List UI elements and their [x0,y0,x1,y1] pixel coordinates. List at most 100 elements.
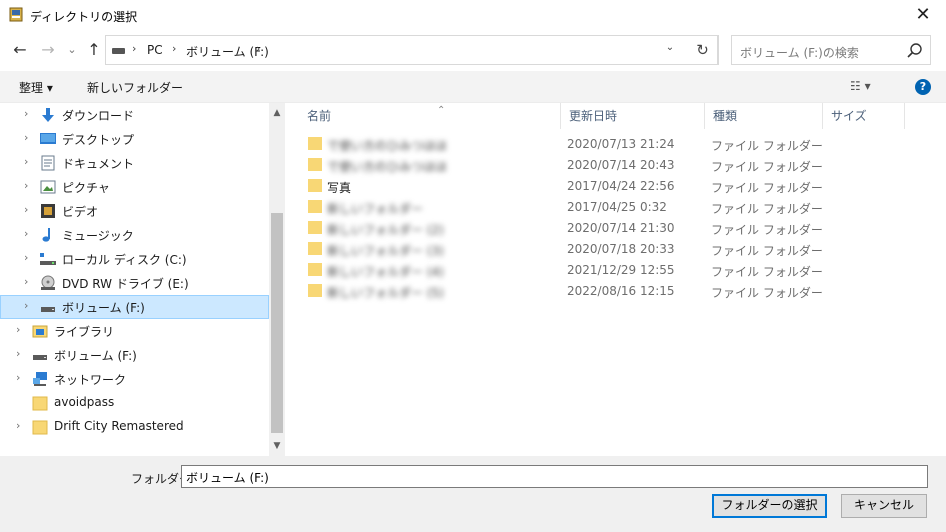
sidebar-item-label: Drift City Remastered [54,419,184,433]
expand-chevron-icon[interactable]: › [24,299,28,312]
file-row[interactable]: 新しいフォルダー (2) 2020/07/14 21:30 ファイル フォルダー [297,218,897,239]
scroll-down-icon: ▼ [273,441,281,451]
expand-chevron-icon[interactable]: › [24,107,28,120]
expand-chevron-icon[interactable]: › [16,347,20,360]
title-bar: ディレクトリの選択 ✕ [0,0,946,30]
expand-chevron-icon[interactable]: › [24,203,28,216]
expand-chevron-icon[interactable]: › [16,371,20,384]
file-row[interactable]: 新しいフォルダー (3) 2020/07/18 20:33 ファイル フォルダー [297,239,897,260]
refresh-icon: ↻ [696,41,709,59]
sidebar-item-volume-f-root[interactable]: › ボリューム (F:) [0,343,269,367]
breadcrumb-separator: › [256,42,261,55]
search-placeholder: ボリューム (F:)の検索 [740,46,859,60]
folder-field[interactable]: ボリューム (F:) [181,465,928,488]
column-header-label: 種類 [713,109,738,123]
sidebar-item-library[interactable]: › ライブラリ [0,319,269,343]
file-row[interactable]: 新しいフォルダー (4) 2021/12/29 12:55 ファイル フォルダー [297,260,897,281]
column-header-label: 名前 [307,109,332,123]
new-folder-button[interactable]: 新しいフォルダー [87,79,183,96]
column-header-name[interactable]: ⌃ 名前 [299,103,561,129]
file-name: 新しいフォルダー (4) [327,265,444,279]
view-options-button[interactable]: ☷ ▾ [850,79,871,93]
column-header-label: サイズ [831,109,867,123]
refresh-button[interactable]: ↻ [688,35,718,65]
column-header-type[interactable]: 種類 [705,103,823,129]
sidebar-item-label: ビデオ [62,205,99,219]
expand-chevron-icon[interactable]: › [24,251,28,264]
expand-chevron-icon[interactable]: › [24,227,28,240]
expand-chevron-icon[interactable]: › [24,275,28,288]
sidebar-item-desktop[interactable]: › デスクトップ [0,127,269,151]
address-bar[interactable]: › PC › ボリューム (F:) › [105,35,719,65]
up-button[interactable]: ↑ [84,37,104,63]
column-header-size[interactable]: サイズ [823,103,905,129]
library-icon [32,325,48,338]
expand-chevron-icon[interactable]: › [24,131,28,144]
folder-icon [308,284,322,297]
dialog-footer: フォルダー: ボリューム (F:) フォルダーの選択 キャンセル [0,456,946,532]
expand-chevron-icon[interactable]: › [24,179,28,192]
sidebar-item-label: ダウンロード [62,109,135,123]
pictures-icon [40,180,56,194]
search-box[interactable]: ボリューム (F:)の検索 [731,35,931,65]
sidebar-item-label: ボリューム (F:) [62,301,145,315]
scroll-thumb[interactable] [271,213,283,433]
address-dropdown-button[interactable]: ⌄ [663,33,677,63]
recent-locations-button[interactable]: ⌄ [62,37,82,63]
sidebar-item-drift-city-remastered[interactable]: › Drift City Remastered [0,415,269,439]
sidebar-item-label: avoidpass [54,395,115,409]
sidebar-item-label: DVD RW ドライブ (E:) [62,277,189,291]
back-button[interactable]: ← [10,37,30,63]
sidebar-item-local-disk-c[interactable]: › ローカル ディスク (C:) [0,247,269,271]
organize-menu-button[interactable]: 整理 ▾ [19,79,53,96]
sidebar-item-label: デスクトップ [62,133,135,147]
dvd-drive-icon [41,275,55,290]
sidebar-item-network[interactable]: › ネットワーク [0,367,269,391]
sidebar-item-label: ネットワーク [54,373,127,387]
sidebar-item-volume-f[interactable]: › ボリューム (F:) [0,295,269,319]
file-date: 2020/07/18 20:33 [567,242,675,256]
sidebar-item-music[interactable]: › ミュージック [0,223,269,247]
cancel-button[interactable]: キャンセル [841,494,927,518]
forward-button[interactable]: → [38,37,58,63]
file-row[interactable]: で使い方のひみつほほ 2020/07/14 20:43 ファイル フォルダー [297,155,897,176]
file-row[interactable]: 写真 2017/04/24 22:56 ファイル フォルダー [297,176,897,197]
folder-icon [32,396,48,411]
scroll-down-button[interactable]: ▼ [269,438,285,454]
sidebar-item-dvd-drive-e[interactable]: › DVD RW ドライブ (E:) [0,271,269,295]
scroll-up-button[interactable]: ▲ [269,105,285,121]
help-icon[interactable]: ? [915,79,931,95]
sidebar-item-downloads[interactable]: › ダウンロード [0,103,269,127]
file-name: 新しいフォルダー (3) [327,244,444,258]
file-type: ファイル フォルダー [711,223,823,237]
file-name: 新しいフォルダー [327,202,424,216]
close-icon: ✕ [915,4,931,25]
file-row[interactable]: で使い方のひみつほほ 2020/07/13 21:24 ファイル フォルダー [297,134,897,155]
expand-chevron-icon[interactable]: › [24,155,28,168]
breadcrumb-pc[interactable]: PC [147,43,163,57]
folder-icon [308,263,322,276]
expand-chevron-icon[interactable]: › [16,419,20,432]
drive-icon [112,48,125,54]
sidebar-item-avoidpass[interactable]: avoidpass [0,391,269,415]
file-type: ファイル フォルダー [711,202,823,216]
chevron-down-icon: ⌄ [67,43,77,56]
file-type: ファイル フォルダー [711,160,823,174]
up-arrow-icon: ↑ [87,40,101,59]
select-folder-button[interactable]: フォルダーの選択 [712,494,827,518]
back-arrow-icon: ← [13,40,27,59]
sidebar-item-video[interactable]: › ビデオ [0,199,269,223]
file-row[interactable]: 新しいフォルダー (5) 2022/08/16 12:15 ファイル フォルダー [297,281,897,302]
navigation-scrollbar[interactable]: ▲ ▼ [269,103,285,456]
close-button[interactable]: ✕ [900,0,946,30]
sidebar-item-pictures[interactable]: › ピクチャ [0,175,269,199]
folder-icon [308,200,322,213]
search-icon [907,43,922,58]
file-type: ファイル フォルダー [711,286,823,300]
file-row[interactable]: 新しいフォルダー 2017/04/25 0:32 ファイル フォルダー [297,197,897,218]
sidebar-item-documents[interactable]: › ドキュメント [0,151,269,175]
file-name: 写真 [327,181,352,195]
file-date: 2020/07/14 20:43 [567,158,675,172]
expand-chevron-icon[interactable]: › [16,323,20,336]
column-header-modified[interactable]: 更新日時 [561,103,705,129]
